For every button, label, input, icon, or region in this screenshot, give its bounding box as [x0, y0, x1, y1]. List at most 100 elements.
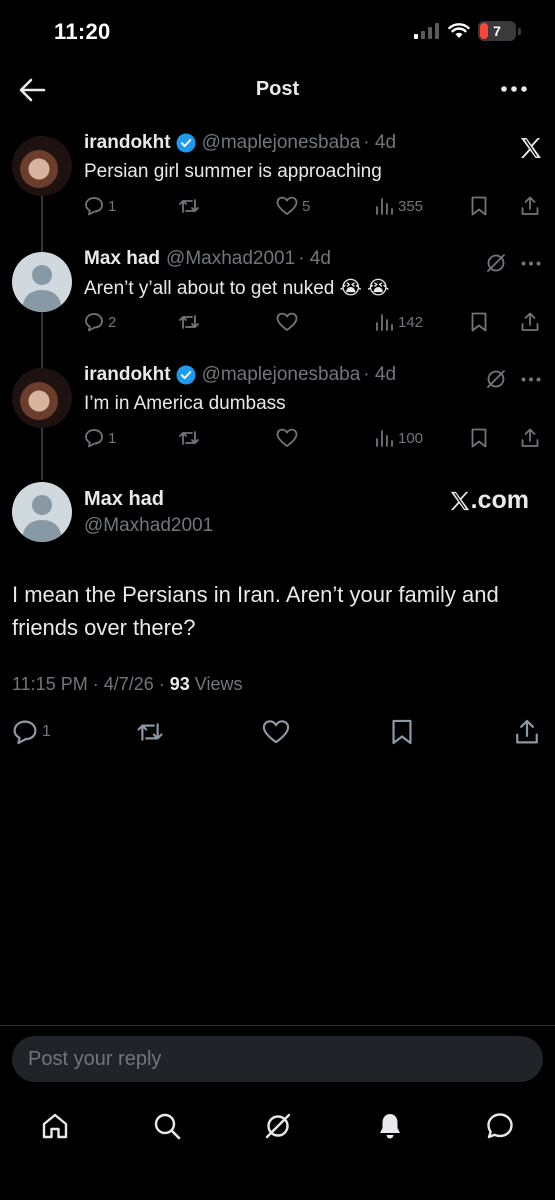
bookmark-icon — [392, 719, 412, 745]
x-logo-icon — [450, 491, 469, 510]
reply-input[interactable] — [12, 1036, 543, 1082]
share-button[interactable] — [520, 196, 540, 216]
tab-messages[interactable] — [478, 1104, 522, 1148]
tweet-text: Persian girl summer is approaching — [84, 161, 382, 182]
handle[interactable]: @maplejonesbaba — [202, 364, 361, 386]
tweet-actions: 2 142 — [84, 312, 544, 336]
thread-tweet[interactable]: irandokht @maplejonesbaba · 4d Persian g… — [0, 132, 555, 232]
bookmark-button[interactable] — [470, 312, 488, 332]
views-icon — [376, 198, 393, 215]
reply-count: 1 — [42, 723, 51, 740]
reply-count: 1 — [108, 429, 117, 447]
reply-composer[interactable] — [12, 1036, 543, 1082]
main-post-timestamp[interactable]: 11:15 PM · 4/7/26 · — [12, 674, 170, 694]
avatar[interactable] — [12, 252, 72, 312]
reply-button[interactable]: 1 — [84, 428, 116, 448]
share-icon — [521, 196, 539, 215]
display-name[interactable]: irandokht — [84, 132, 171, 154]
thread-tweet[interactable]: irandokht @maplejonesbaba · 4d I’m in Am… — [0, 364, 555, 464]
bookmark-icon — [471, 428, 487, 448]
share-button[interactable] — [514, 719, 540, 745]
views-icon — [376, 430, 393, 447]
bookmark-icon — [471, 312, 487, 332]
wifi-icon — [448, 23, 470, 38]
repost-icon — [137, 723, 163, 741]
views-icon — [376, 314, 393, 331]
avatar[interactable] — [12, 368, 72, 428]
main-post-meta: 11:15 PM · 4/7/26 · 93 Views — [12, 674, 242, 695]
avatar[interactable] — [12, 136, 72, 196]
composer-divider — [0, 1025, 555, 1026]
share-icon — [516, 719, 538, 744]
tab-search[interactable] — [145, 1104, 189, 1148]
grok-icon[interactable] — [485, 368, 507, 390]
share-button[interactable] — [520, 428, 540, 448]
main-post-views-count: 93 — [169, 674, 190, 694]
tweet-corner-actions — [485, 368, 541, 390]
home-icon — [42, 1113, 68, 1139]
tab-grok[interactable] — [256, 1104, 300, 1148]
reply-icon — [85, 197, 103, 216]
reply-button[interactable]: 1 — [84, 196, 116, 216]
tweet-corner-actions — [485, 252, 541, 274]
like-button[interactable] — [262, 719, 290, 745]
status-indicators: 7 — [414, 21, 521, 41]
tweet-header: irandokht @maplejonesbaba · 4d — [84, 132, 396, 154]
reply-count: 1 — [108, 197, 117, 215]
display-name[interactable]: Max had — [84, 248, 160, 270]
cellular-signal-icon — [414, 23, 439, 39]
reply-icon — [13, 720, 37, 745]
post-header: Post — [0, 64, 555, 116]
main-post-avatar[interactable] — [12, 482, 72, 542]
notifications-bell-icon — [380, 1114, 400, 1139]
views-button[interactable]: 142 — [374, 312, 423, 332]
share-icon — [521, 428, 539, 447]
repost-icon — [179, 431, 199, 445]
share-button[interactable] — [520, 312, 540, 332]
bookmark-button[interactable] — [390, 719, 414, 745]
bookmark-button[interactable] — [470, 196, 488, 216]
bookmark-icon — [471, 196, 487, 216]
grok-icon[interactable] — [485, 252, 507, 274]
status-time: 11:20 — [54, 19, 111, 44]
default-avatar-icon — [22, 265, 62, 312]
like-button[interactable] — [276, 428, 298, 448]
repost-button[interactable] — [178, 312, 200, 332]
repost-button[interactable] — [136, 719, 164, 745]
like-count: 5 — [302, 197, 311, 215]
tweet-time: · 4d — [363, 132, 397, 153]
tweet-time: · 4d — [363, 364, 397, 385]
handle[interactable]: @Maxhad2001 — [166, 248, 295, 270]
tab-notifications[interactable] — [368, 1104, 412, 1148]
search-icon — [154, 1113, 181, 1140]
like-button[interactable]: 5 — [276, 196, 310, 216]
tweet-actions: 1 100 — [84, 428, 544, 452]
more-horizontal-icon[interactable] — [521, 377, 541, 382]
more-horizontal-icon — [501, 86, 527, 92]
tweet-header: Max had @Maxhad2001 · 4d — [84, 248, 331, 270]
reply-button[interactable]: 2 — [84, 312, 116, 332]
tweet-time: · 4d — [298, 248, 331, 269]
repost-button[interactable] — [178, 428, 200, 448]
battery-percent: 7 — [493, 23, 501, 39]
more-horizontal-icon[interactable] — [521, 261, 541, 266]
tweet-text: I’m in America dumbass — [84, 393, 286, 414]
main-post-actions: 1 — [12, 718, 543, 746]
tab-home[interactable] — [33, 1104, 77, 1148]
handle[interactable]: @maplejonesbaba — [202, 132, 361, 154]
reply-button[interactable]: 1 — [12, 719, 51, 745]
views-button[interactable]: 100 — [374, 428, 423, 448]
like-button[interactable] — [276, 312, 298, 332]
main-post-handle[interactable]: @Maxhad2001 — [84, 515, 213, 537]
status-bar: 11:20 7 — [0, 0, 555, 64]
bookmark-button[interactable] — [470, 428, 488, 448]
verified-badge-icon — [176, 133, 196, 153]
tweet-header: irandokht @maplejonesbaba · 4d — [84, 364, 396, 386]
more-options-button[interactable] — [501, 86, 527, 92]
x-logo-icon — [519, 136, 543, 160]
thread-tweet[interactable]: Max had @Maxhad2001 · 4d Aren’t y’all ab… — [0, 248, 555, 348]
views-button[interactable]: 355 — [374, 196, 423, 216]
repost-button[interactable] — [178, 196, 200, 216]
display-name[interactable]: irandokht — [84, 364, 171, 386]
main-post-display-name[interactable]: Max had — [84, 488, 164, 511]
